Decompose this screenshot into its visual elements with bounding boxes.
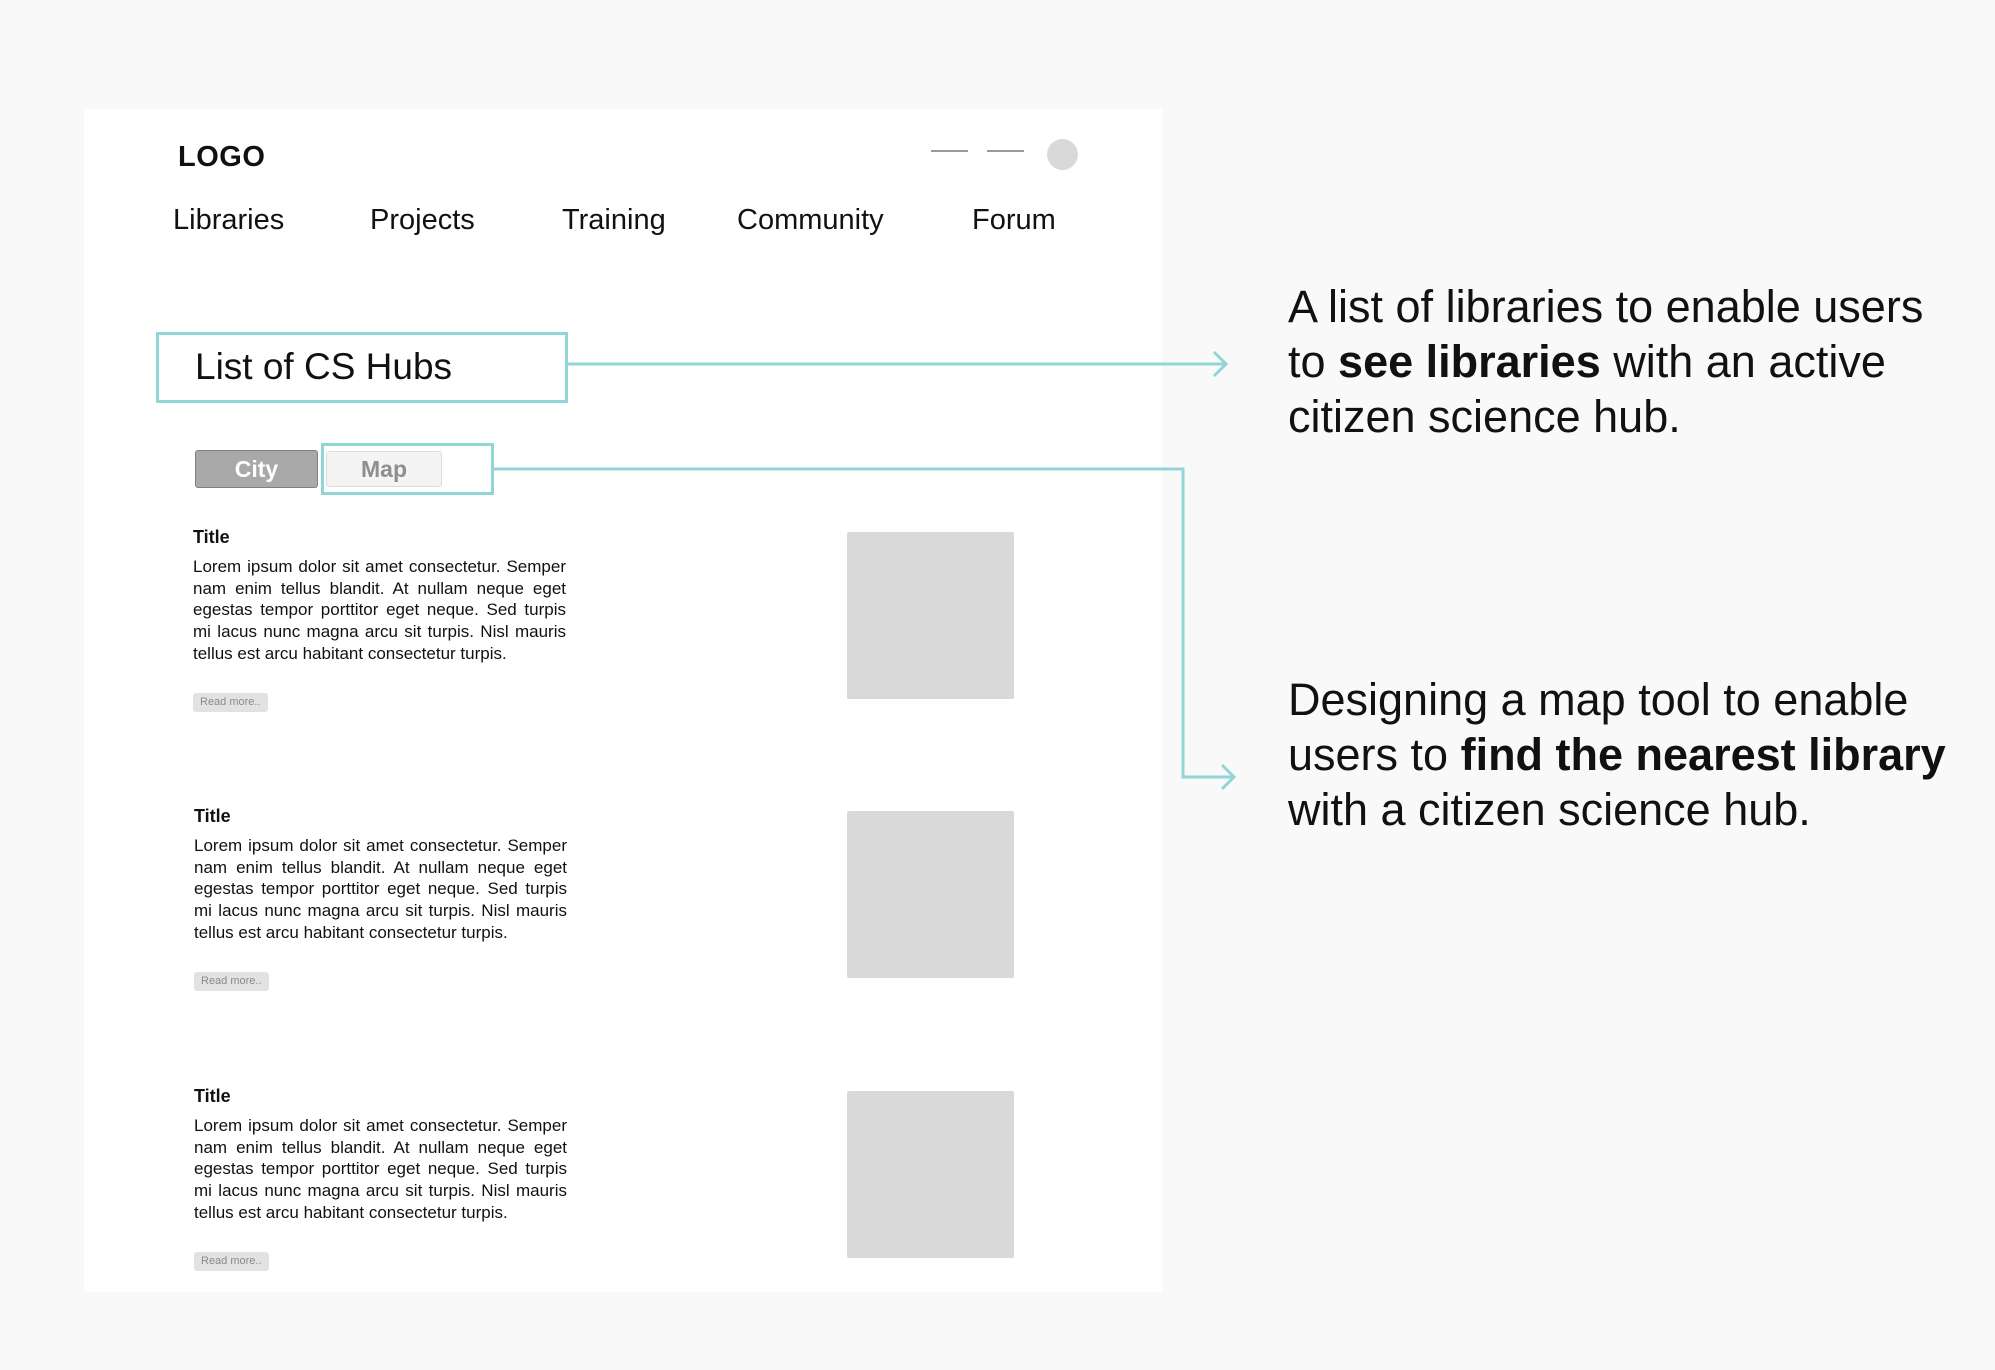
connector-line — [494, 467, 1234, 779]
annotation-emphasis: see libraries — [1338, 336, 1601, 387]
annotation-text: with a citizen science hub. — [1288, 784, 1811, 835]
annotation-emphasis: find the nearest library — [1460, 729, 1946, 780]
annotation-map: Designing a map tool to enable users to … — [1288, 672, 1948, 837]
annotation-list: A list of libraries to enable users to s… — [1288, 279, 1948, 444]
